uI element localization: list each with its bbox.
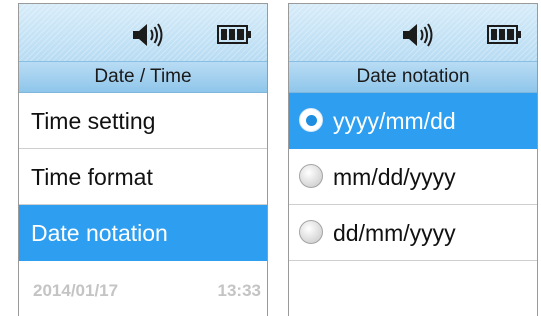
option-label: yyyy/mm/dd [333,108,456,134]
radio-selected-icon[interactable] [299,108,323,132]
speaker-volume-icon [133,23,163,47]
screen-title: Date notation [289,61,537,93]
screen-title: Date / Time [19,61,267,93]
current-time: 13:33 [217,281,261,300]
date-time-footer: 2014/01/17 13:33 [19,263,267,316]
menu-item-time-setting[interactable]: Time setting [19,93,267,149]
option-label: mm/dd/yyyy [333,164,456,190]
menu-item-date-notation[interactable]: Date notation [19,205,267,261]
option-label: dd/mm/yyyy [333,220,456,246]
battery-full-icon [487,25,521,44]
status-bar [289,4,537,61]
date-time-screen: Date / Time Time setting Time format Dat… [18,3,268,316]
option-yyyy-mm-dd[interactable]: yyyy/mm/dd [289,93,537,149]
radio-unselected-icon[interactable] [299,220,323,244]
menu-item-time-format[interactable]: Time format [19,149,267,205]
battery-full-icon [217,25,251,44]
date-notation-screen: Date notation yyyy/mm/dd mm/dd/yyyy dd/m… [288,3,538,316]
current-date: 2014/01/17 [33,281,119,300]
radio-unselected-icon[interactable] [299,164,323,188]
option-dd-mm-yyyy[interactable]: dd/mm/yyyy [289,205,537,261]
option-mm-dd-yyyy[interactable]: mm/dd/yyyy [289,149,537,205]
status-bar [19,4,267,61]
speaker-volume-icon [403,23,433,47]
